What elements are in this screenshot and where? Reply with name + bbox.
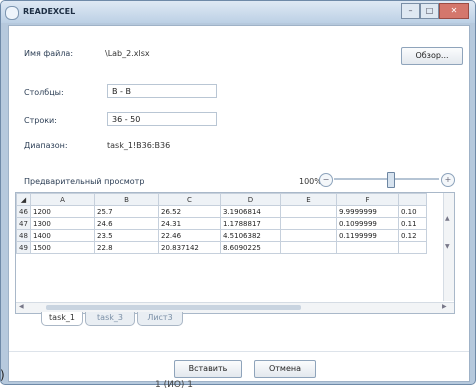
cell[interactable]: 0.10 (398, 205, 427, 218)
column-header[interactable] (398, 193, 427, 206)
cell[interactable]: 24.6 (94, 217, 159, 230)
cell[interactable]: 25.7 (94, 205, 159, 218)
table-row: 46 1200 25.7 26.52 3.1906814 9.9999999 0… (16, 205, 427, 218)
column-header[interactable]: B (94, 193, 159, 206)
scroll-right-icon[interactable]: ▶ (442, 303, 447, 310)
cell[interactable]: 23.5 (94, 229, 159, 242)
app-icon (5, 6, 19, 20)
cell[interactable]: 0.1099999 (336, 217, 399, 230)
preview-grid: ◢ A B C D E F 46 1200 25.7 26.52 3.19068… (15, 192, 455, 314)
table-row: 47 1300 24.6 24.31 1.1788817 0.1099999 0… (16, 217, 427, 230)
browse-button[interactable]: Обзор... (401, 47, 463, 65)
file-label: Имя файла: (24, 49, 74, 58)
window-title: READEXCEL (23, 7, 76, 16)
cell[interactable]: 24.31 (158, 217, 221, 230)
sheet-tab-task-3[interactable]: task_3 (85, 312, 135, 326)
separator (9, 351, 469, 352)
minimize-button[interactable]: – (401, 3, 420, 19)
rows-field[interactable]: 36 - 50 (107, 112, 217, 126)
cell[interactable]: 22.46 (158, 229, 221, 242)
title-bar: READEXCEL – □ ✕ (1, 1, 475, 23)
cell[interactable]: 1200 (30, 205, 95, 218)
table-row: 48 1400 23.5 22.46 4.5106382 0.1199999 0… (16, 229, 427, 242)
dialog-body: Имя файла: \Lab_2.xlsx Обзор... Столбцы:… (8, 25, 470, 382)
column-header-row: ◢ A B C D E F (16, 193, 427, 206)
cell[interactable] (280, 241, 337, 254)
window-controls: – □ ✕ (401, 3, 469, 19)
preview-label: Предварительный просмотр (24, 177, 145, 186)
table-row: 49 1500 22.8 20.837142 8.6090225 (16, 241, 427, 254)
zoom-slider[interactable]: − + (319, 172, 455, 188)
column-header[interactable]: E (280, 193, 337, 206)
range-value: task_1!B36:B36 (107, 141, 171, 150)
range-label: Диапазон: (24, 141, 68, 150)
minus-icon[interactable]: − (319, 173, 333, 187)
cell[interactable] (280, 229, 337, 242)
cell[interactable]: 20.837142 (158, 241, 221, 254)
sheet-tab-list3[interactable]: Лист3 (137, 312, 183, 326)
document-caption: 1 (ИО) 1 (155, 380, 194, 390)
file-value: \Lab_2.xlsx (105, 49, 150, 58)
cell[interactable]: 1.1788817 (220, 217, 281, 230)
maximize-button[interactable]: □ (420, 3, 439, 19)
cell[interactable]: 26.52 (158, 205, 221, 218)
columns-label: Столбцы: (24, 88, 64, 97)
cell[interactable]: 1400 (30, 229, 95, 242)
cell[interactable]: 9.9999999 (336, 205, 399, 218)
cancel-button[interactable]: Отмена (254, 360, 316, 378)
cell[interactable] (336, 241, 399, 254)
sheet-tab-task-1[interactable]: task_1 (41, 312, 83, 326)
row-header[interactable]: 48 (16, 229, 31, 242)
insert-button[interactable]: Вставить (174, 360, 242, 378)
scroll-up-icon[interactable]: ▲ (445, 215, 450, 222)
cell[interactable] (398, 241, 427, 254)
cell[interactable]: 0.12 (398, 229, 427, 242)
column-header[interactable]: A (30, 193, 95, 206)
preview-table: ◢ A B C D E F 46 1200 25.7 26.52 3.19068… (16, 193, 427, 254)
cell[interactable] (280, 217, 337, 230)
scroll-left-icon[interactable]: ◀ (19, 303, 24, 310)
column-header[interactable]: F (336, 193, 399, 206)
cell[interactable]: 0.1199999 (336, 229, 399, 242)
rows-label: Строки: (24, 116, 57, 125)
column-header[interactable]: D (220, 193, 281, 206)
zoom-thumb[interactable] (387, 172, 395, 188)
cell[interactable]: 1300 (30, 217, 95, 230)
corner-cell[interactable]: ◢ (16, 193, 31, 206)
horizontal-scroll-thumb[interactable] (46, 305, 301, 310)
cell[interactable]: 8.6090225 (220, 241, 281, 254)
cell[interactable]: 0.11 (398, 217, 427, 230)
row-header[interactable]: 49 (16, 241, 31, 254)
cell[interactable]: 4.5106382 (220, 229, 281, 242)
column-header[interactable]: C (158, 193, 221, 206)
row-header[interactable]: 47 (16, 217, 31, 230)
readexcel-window: READEXCEL – □ ✕ Имя файла: \Lab_2.xlsx О… (0, 0, 476, 385)
plus-icon[interactable]: + (441, 173, 455, 187)
cell[interactable]: 1500 (30, 241, 95, 254)
vertical-scrollbar[interactable]: ▲ ▼ (443, 193, 454, 301)
cell[interactable]: 22.8 (94, 241, 159, 254)
document-paren: ) (0, 368, 5, 382)
scroll-down-icon[interactable]: ▼ (445, 243, 450, 250)
close-button[interactable]: ✕ (439, 3, 469, 19)
columns-field[interactable]: B - B (107, 84, 217, 98)
row-header[interactable]: 46 (16, 205, 31, 218)
cell[interactable] (280, 205, 337, 218)
cell[interactable]: 3.1906814 (220, 205, 281, 218)
